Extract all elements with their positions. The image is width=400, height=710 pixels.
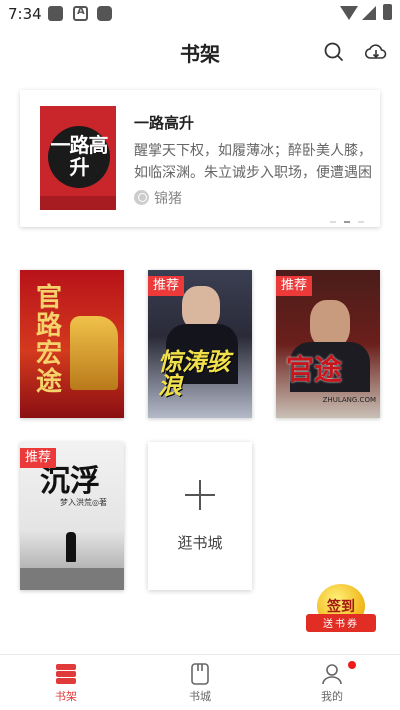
checkin-subtitle: 送书券 — [323, 619, 359, 630]
featured-book-author: 锦猪 — [154, 191, 182, 207]
bookshelf-screen: 7:34 书架 一路高升 一路高升 — [0, 0, 400, 710]
bottom-nav: 书架 书城 我的 — [0, 654, 400, 710]
recommend-badge: 推荐 — [276, 276, 313, 296]
book-cover-guantu[interactable]: 官途 ZHULANG.COM 推荐 — [276, 270, 380, 418]
nav-item-bookstore[interactable]: 书城 — [150, 655, 250, 710]
book-cover-jingtao[interactable]: 惊涛骇浪 推荐 — [148, 270, 252, 418]
a-icon — [73, 6, 88, 21]
featured-book-card[interactable]: 一路高升 一路高升 醒掌天下权，如履薄冰；醉卧美人膝，如临深渊。朱立诚步入职场，… — [20, 90, 380, 227]
page-indicator — [327, 208, 364, 227]
cloud-download-icon[interactable] — [364, 40, 388, 64]
featured-book-title: 一路高升 — [134, 114, 195, 132]
checkin-title: 签到 — [327, 599, 355, 615]
battery-icon — [383, 4, 392, 20]
page-dot — [329, 221, 336, 223]
page-dot — [358, 221, 364, 223]
page-dot-active — [343, 221, 350, 223]
nav-label-profile: 我的 — [321, 690, 343, 703]
status-bar: 7:34 — [0, 0, 400, 30]
notification-dot — [348, 661, 356, 669]
search-icon[interactable] — [322, 40, 346, 64]
plus-icon — [185, 480, 215, 510]
wifi-icon — [340, 6, 358, 20]
featured-book-description: 醒掌天下权，如履薄冰；醉卧美人膝，如临深渊。朱立诚步入职场，便遭遇困境... — [134, 143, 372, 181]
recommend-badge: 推荐 — [148, 276, 185, 296]
book-cover-title: 惊涛骇浪 — [158, 348, 230, 400]
book-cover-subtext: 梦入洪荒◎著 — [60, 498, 107, 507]
cover-figure — [66, 532, 76, 562]
cover-figure — [310, 300, 350, 348]
nav-label-bookshelf: 书架 — [55, 690, 77, 703]
recommend-badge: 推荐 — [20, 448, 57, 468]
bookstore-icon — [190, 663, 210, 685]
book-cover-title: 官途 — [286, 353, 343, 386]
go-to-bookstore-button[interactable]: 逛书城 — [148, 442, 252, 590]
header: 书架 — [0, 30, 400, 74]
featured-cover-text: 一路高升 — [50, 133, 109, 179]
nav-item-profile[interactable]: 我的 — [282, 655, 382, 710]
square-icon — [48, 6, 63, 21]
book-cover-chenfu[interactable]: 沉浮 梦入洪荒◎著 推荐 — [20, 442, 124, 590]
checkin-button[interactable]: 签到 送书券 — [304, 584, 378, 634]
go-to-bookstore-label: 逛书城 — [177, 534, 223, 552]
lion-statue-image — [70, 316, 118, 390]
profile-icon — [322, 663, 342, 685]
status-time: 7:34 — [8, 5, 42, 23]
nav-label-bookstore: 书城 — [189, 690, 211, 703]
cover-bar — [40, 196, 116, 210]
signal-icon — [362, 6, 376, 20]
author-icon — [134, 190, 149, 205]
featured-book-cover[interactable]: 一路高升 — [40, 106, 116, 210]
book-cover-title: 官路宏途 — [36, 283, 63, 397]
book-cover-guanlu[interactable]: 官路宏途 — [20, 270, 124, 418]
rounded-square-icon — [97, 6, 112, 21]
cover-ground — [20, 568, 124, 590]
book-cover-subtext: ZHULANG.COM — [322, 396, 376, 404]
nav-item-bookshelf[interactable]: 书架 — [16, 655, 116, 710]
bookshelf-icon — [56, 663, 76, 685]
